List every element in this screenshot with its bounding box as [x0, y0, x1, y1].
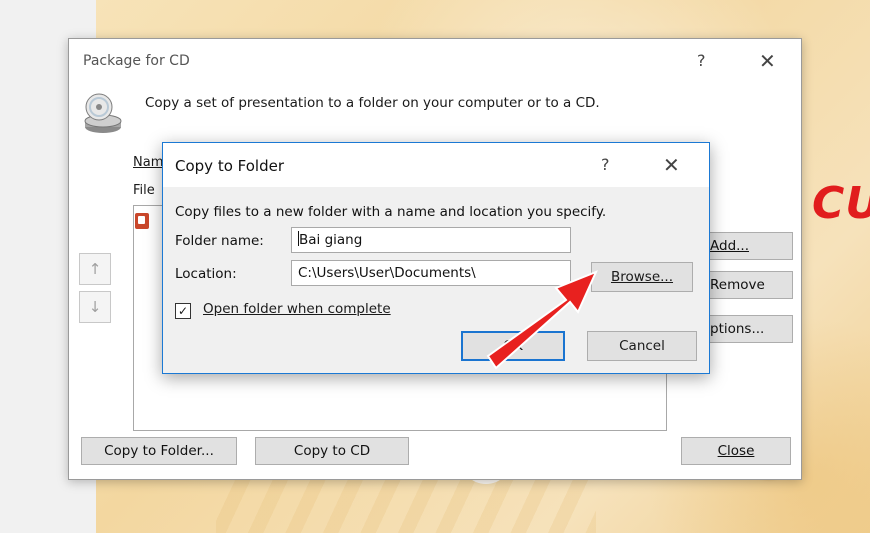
close-button[interactable]: Close: [681, 437, 791, 465]
copy-to-folder-dialog: Copy to Folder ? ✕ Copy files to a new f…: [162, 142, 710, 374]
add-button[interactable]: Add...: [701, 232, 793, 260]
folder-name-label: Folder name:: [175, 233, 264, 249]
cancel-button[interactable]: Cancel: [587, 331, 697, 361]
dialog-titlebar: Copy to Folder ? ✕: [163, 143, 709, 187]
copy-to-folder-button[interactable]: Copy to Folder...: [81, 437, 237, 465]
dialog-description: Copy files to a new folder with a name a…: [175, 204, 607, 220]
dialog-title: Package for CD: [83, 53, 190, 69]
dialog-description: Copy a set of presentation to a folder o…: [145, 95, 600, 111]
help-button[interactable]: ?: [601, 155, 610, 174]
files-label-fragment: File: [133, 183, 155, 198]
cd-drive-icon: [84, 93, 122, 133]
location-input[interactable]: C:\Users\User\Documents\: [291, 260, 571, 286]
open-folder-checkbox[interactable]: ✓: [175, 303, 191, 319]
slide-title-fragment: CU: [812, 178, 870, 229]
dialog-title: Copy to Folder: [175, 157, 284, 175]
folder-name-input[interactable]: Bai giang: [291, 227, 571, 253]
move-down-arrow-icon[interactable]: ↓: [79, 291, 111, 323]
help-button[interactable]: ?: [697, 51, 706, 70]
options-button[interactable]: ptions...: [701, 315, 793, 343]
presentation-file-icon: [135, 213, 149, 229]
name-label-fragment: Nam: [133, 155, 164, 170]
ok-button[interactable]: OK: [461, 331, 565, 361]
move-up-arrow-icon[interactable]: ↑: [79, 253, 111, 285]
bottom-strip: [0, 533, 870, 543]
browse-button[interactable]: Browse...: [591, 262, 693, 292]
close-icon[interactable]: ✕: [759, 49, 776, 73]
location-label: Location:: [175, 266, 237, 282]
close-icon[interactable]: ✕: [663, 153, 680, 177]
copy-to-cd-button[interactable]: Copy to CD: [255, 437, 409, 465]
remove-button[interactable]: Remove: [701, 271, 793, 299]
open-folder-label: Open folder when complete: [203, 301, 391, 317]
